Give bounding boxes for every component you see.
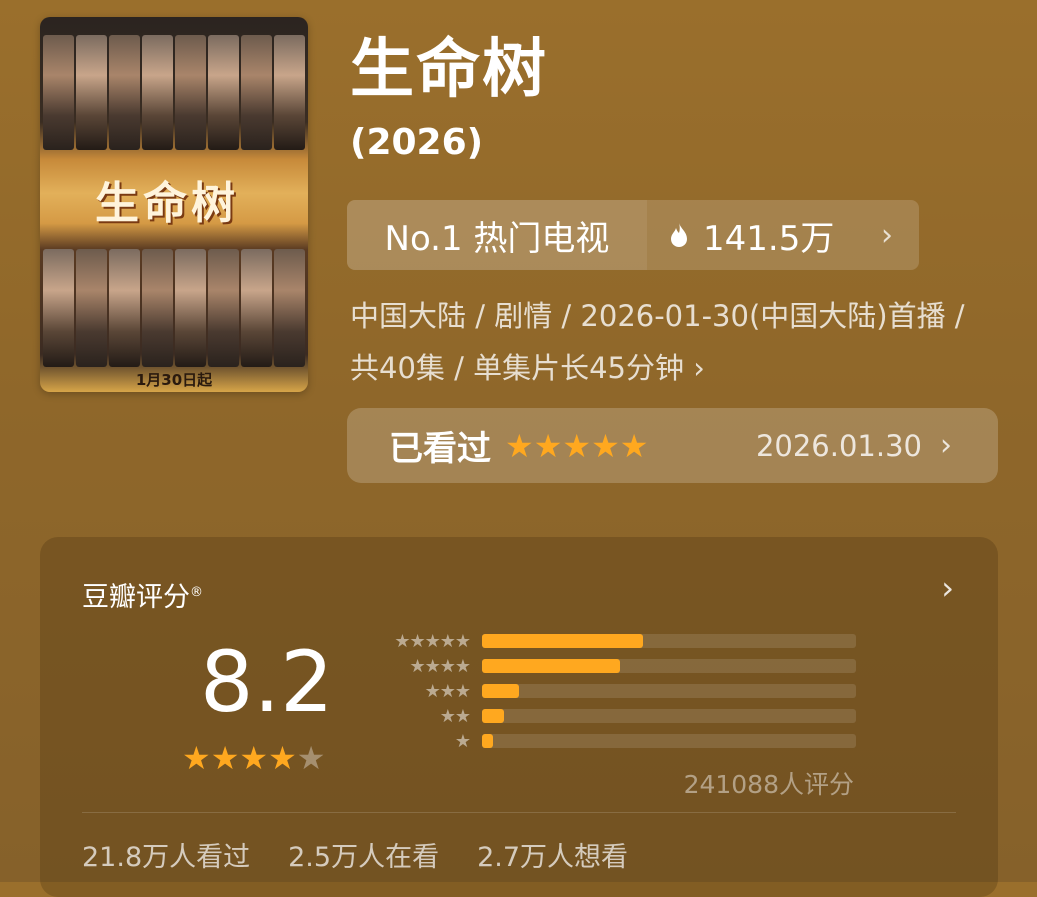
watched-label: 已看过 (389, 429, 491, 469)
chevron-right-icon: › (693, 351, 705, 385)
poster-image[interactable]: 生命树 1月30日起 (40, 17, 308, 392)
distribution-row: ★★ (370, 705, 856, 727)
cast-portrait (175, 249, 206, 367)
fire-icon (671, 223, 687, 247)
distribution-row: ★ (370, 730, 856, 752)
distribution-row: ★★★★ (370, 655, 856, 677)
cast-portrait (175, 35, 206, 150)
poster-date: 1月30日起 (135, 371, 213, 389)
show-meta-info[interactable]: 中国大陆 / 剧情 / 2026-01-30(中国大陆)首播 / 共40集 / … (350, 290, 1000, 394)
show-title: 生命树 (350, 33, 548, 107)
cast-portrait (109, 249, 140, 367)
poster-cast-row-top (40, 35, 308, 150)
rating-stars: ★★★★★ (182, 739, 325, 777)
heat-index[interactable]: 141.5万 › (647, 200, 919, 270)
distribution-stars: ★★★ (424, 680, 471, 702)
distribution-bar-track (482, 659, 856, 673)
distribution-bar-fill (482, 734, 494, 748)
distribution-stars: ★★ (439, 705, 471, 727)
cast-portrait (208, 35, 239, 150)
chevron-right-icon: › (881, 217, 893, 253)
meta-text: 中国大陆 / 剧情 / 2026-01-30(中国大陆)首播 / 共40集 / … (350, 299, 965, 385)
cast-portrait (274, 249, 305, 367)
star-empty-icon: ★ (296, 739, 326, 777)
audience-counts: 21.8万人看过 2.5万人在看 2.7万人想看 (82, 835, 628, 874)
distribution-bar-track (482, 634, 856, 648)
distribution-bar-fill (482, 634, 643, 648)
ranking-badge[interactable]: No.1 热门电视 141.5万 › (347, 200, 919, 270)
cast-portrait (241, 35, 272, 150)
chevron-right-icon: › (940, 428, 952, 463)
want-count[interactable]: 2.7万人想看 (477, 835, 628, 874)
cast-portrait (76, 35, 107, 150)
heat-value: 141.5万 (703, 218, 835, 259)
douban-rating-card[interactable]: 豆瓣评分® › 8.2 ★★★★★ ★★★★★ ★★★★ ★★★ ★★ ★ 241088… (40, 537, 998, 897)
watching-count[interactable]: 2.5万人在看 (288, 835, 439, 874)
rating-card-title: 豆瓣评分® (82, 575, 203, 614)
cast-portrait (241, 249, 272, 367)
distribution-bar-track (482, 684, 856, 698)
distribution-row: ★★★ (370, 680, 856, 702)
cast-portrait (43, 35, 74, 150)
vote-count: 241088人评分 (683, 770, 854, 799)
divider (82, 812, 956, 813)
distribution-stars: ★★★★ (409, 655, 471, 677)
cast-portrait (142, 249, 173, 367)
distribution-bar-track (482, 734, 856, 748)
rating-title-text: 豆瓣评分 (82, 582, 190, 613)
rating-score: 8.2 (200, 633, 334, 731)
poster-title-art: 生命树 (95, 178, 239, 229)
chevron-right-icon[interactable]: › (941, 569, 954, 607)
distribution-bar-fill (482, 659, 621, 673)
watched-date: 2026.01.30 (755, 428, 922, 463)
distribution-bar-fill (482, 684, 520, 698)
cast-portrait (109, 35, 140, 150)
cast-portrait (43, 249, 74, 367)
distribution-row: ★★★★★ (370, 630, 856, 652)
cast-portrait (76, 249, 107, 367)
watched-count[interactable]: 21.8万人看过 (82, 835, 250, 874)
distribution-bar-fill (482, 709, 505, 723)
rank-label: No.1 热门电视 (347, 200, 647, 270)
watched-status-button[interactable]: 已看过 ★★★★★ 2026.01.30 › (347, 408, 998, 483)
trademark-mark: ® (190, 585, 203, 600)
show-year: (2026) (350, 122, 484, 163)
distribution-bar-track (482, 709, 856, 723)
distribution-stars: ★★★★★ (394, 630, 471, 652)
user-rating-stars: ★★★★★ (505, 426, 649, 465)
distribution-stars: ★ (454, 730, 471, 752)
star-filled-icons: ★★★★ (182, 739, 297, 777)
cast-portrait (208, 249, 239, 367)
cast-portrait (274, 35, 305, 150)
poster-cast-row-bottom (40, 249, 308, 367)
cast-portrait (142, 35, 173, 150)
